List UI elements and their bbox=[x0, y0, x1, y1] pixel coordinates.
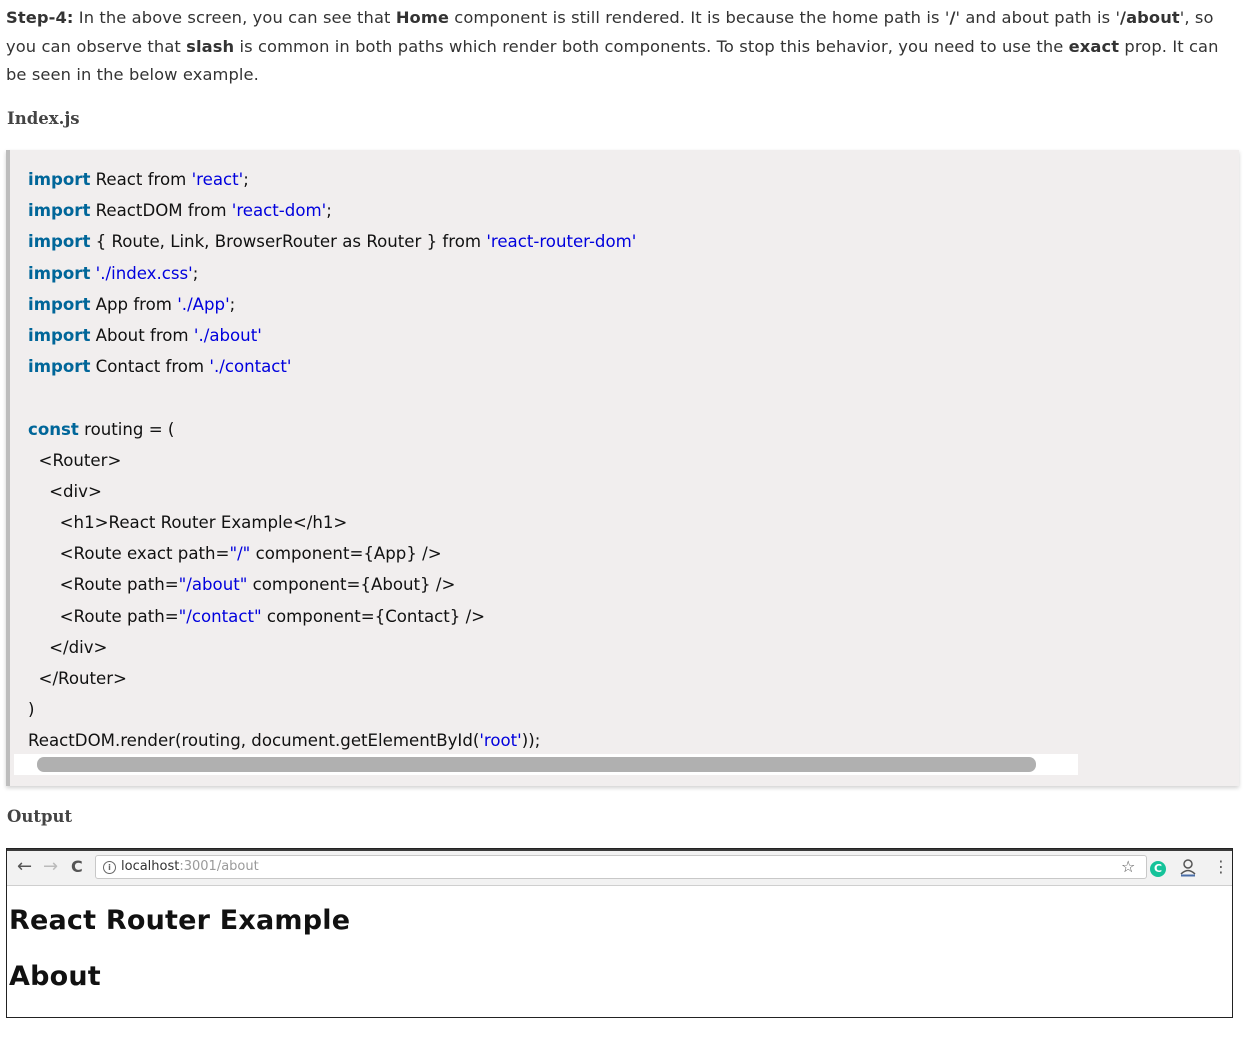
page-subheading: About bbox=[9, 961, 101, 992]
page-heading: React Router Example bbox=[9, 905, 351, 936]
code-line: <Route path="/contact" component={Contac… bbox=[28, 601, 636, 632]
code-text: ; bbox=[192, 263, 199, 283]
code-text: <Router> bbox=[28, 450, 122, 470]
grammarly-extension-icon[interactable]: C bbox=[1150, 861, 1166, 877]
code-string: 'root' bbox=[479, 731, 522, 751]
scrollbar-thumb[interactable] bbox=[37, 757, 1036, 772]
intro-emphasis: /about bbox=[1120, 8, 1180, 27]
code-text: component={About} /> bbox=[247, 575, 456, 595]
code-text: ; bbox=[229, 294, 236, 314]
code-text: ) bbox=[28, 700, 35, 720]
code-text: React from bbox=[90, 170, 192, 189]
intro-text: In the above screen, you can see that bbox=[73, 8, 396, 27]
code-string: './about' bbox=[193, 325, 262, 345]
code-text: <div> bbox=[28, 481, 102, 501]
code-text: </div> bbox=[28, 637, 108, 657]
intro-emphasis: Step-4: bbox=[6, 8, 74, 27]
code-line: <div> bbox=[28, 476, 636, 507]
code-line: import React from 'react'; bbox=[28, 164, 636, 195]
intro-text: component is still rendered. It is becau… bbox=[449, 8, 950, 27]
code-text: About from bbox=[90, 325, 194, 345]
code-keyword: import bbox=[28, 232, 91, 252]
code-string: './contact' bbox=[209, 357, 292, 377]
intro-text: is common in both paths which render bot… bbox=[234, 36, 1069, 56]
intro-text: ' and about path is ' bbox=[955, 8, 1121, 27]
code-text: { Route, Link, BrowserRouter as Router }… bbox=[90, 232, 487, 252]
code-line: <Route path="/about" component={About} /… bbox=[28, 569, 636, 600]
code-text: ReactDOM from bbox=[90, 201, 232, 221]
code-string: 'react-dom' bbox=[231, 201, 327, 221]
code-line: <h1>React Router Example</h1> bbox=[28, 507, 636, 538]
code-string: "/" bbox=[229, 544, 251, 564]
code-text: <h1>React Router Example</h1> bbox=[28, 513, 348, 533]
code-keyword: import bbox=[28, 170, 91, 189]
code-text: <Route path= bbox=[28, 606, 179, 626]
code-text: Contact from bbox=[90, 357, 210, 377]
url-path: :3001/about bbox=[179, 859, 259, 874]
code-line: import Contact from './contact' bbox=[28, 351, 636, 382]
profile-extension-icon[interactable] bbox=[1179, 858, 1197, 878]
code-block: import React from 'react'; import ReactDO… bbox=[6, 150, 1239, 786]
reload-icon[interactable]: C bbox=[71, 857, 83, 877]
code-text: ; bbox=[243, 170, 249, 189]
browser-toolbar: ← → C i localhost:3001/about ☆ C ⋮ bbox=[7, 851, 1232, 886]
code-keyword: import bbox=[28, 263, 91, 283]
code-line: <Router> bbox=[28, 445, 636, 476]
code-line: import ReactDOM from 'react-dom'; bbox=[28, 195, 636, 226]
intro-paragraph: Step-4: In the above screen, you can see… bbox=[6, 4, 1231, 90]
intro-emphasis: exact bbox=[1068, 36, 1120, 56]
browser-window: ← → C i localhost:3001/about ☆ C ⋮ React… bbox=[6, 848, 1233, 1018]
code-line: import About from './about' bbox=[28, 320, 636, 351]
file-heading: Index.js bbox=[7, 109, 80, 128]
code-text: ReactDOM.render(routing, document.getEle… bbox=[28, 731, 480, 751]
back-arrow-icon[interactable]: ← bbox=[17, 857, 32, 877]
url-host: localhost bbox=[121, 859, 180, 874]
code-string: './App' bbox=[177, 294, 230, 314]
code-keyword: import bbox=[28, 325, 91, 345]
code-line: </div> bbox=[28, 632, 636, 663]
intro-emphasis: slash bbox=[186, 36, 235, 56]
code-line: ) bbox=[28, 694, 636, 725]
code-text: routing = ( bbox=[78, 419, 175, 439]
code-string: 'react-router-dom' bbox=[486, 232, 637, 252]
code-text: </Router> bbox=[28, 669, 127, 688]
code-text: <Route exact path= bbox=[28, 544, 230, 564]
bookmark-star-icon[interactable]: ☆ bbox=[1121, 857, 1135, 876]
code-string: 'react' bbox=[191, 170, 244, 189]
code-line: import './index.css'; bbox=[28, 258, 636, 289]
code-text: component={App} /> bbox=[250, 544, 442, 564]
forward-arrow-icon[interactable]: → bbox=[43, 857, 58, 877]
code-lines: import React from 'react'; import ReactDO… bbox=[28, 164, 636, 757]
code-line: ReactDOM.render(routing, document.getEle… bbox=[28, 725, 636, 756]
code-string: "/about" bbox=[178, 575, 248, 595]
code-line: import App from './App'; bbox=[28, 289, 636, 320]
code-text: component={Contact} /> bbox=[261, 606, 486, 626]
address-bar[interactable]: i localhost:3001/about ☆ bbox=[95, 855, 1147, 879]
code-line: import { Route, Link, BrowserRouter as R… bbox=[28, 226, 636, 257]
code-text: )); bbox=[521, 731, 541, 751]
code-keyword: import bbox=[28, 357, 91, 377]
code-keyword: import bbox=[28, 294, 91, 314]
code-text: <Route path= bbox=[28, 575, 179, 595]
code-text: ; bbox=[326, 201, 332, 221]
code-keyword: import bbox=[28, 201, 91, 221]
code-line: </Router> bbox=[28, 663, 636, 694]
horizontal-scrollbar[interactable] bbox=[14, 754, 1078, 775]
output-heading: Output bbox=[7, 807, 73, 826]
info-icon[interactable]: i bbox=[103, 861, 116, 874]
more-menu-icon[interactable]: ⋮ bbox=[1213, 857, 1229, 877]
code-text: App from bbox=[90, 294, 178, 314]
intro-emphasis: Home bbox=[395, 8, 450, 27]
code-line: <Route exact path="/" component={App} /> bbox=[28, 538, 636, 569]
url-text[interactable]: localhost:3001/about bbox=[121, 859, 259, 874]
code-string: './index.css' bbox=[95, 263, 193, 283]
code-string: "/contact" bbox=[178, 606, 262, 626]
code-keyword: const bbox=[28, 419, 79, 439]
code-line: const routing = ( bbox=[28, 414, 636, 445]
